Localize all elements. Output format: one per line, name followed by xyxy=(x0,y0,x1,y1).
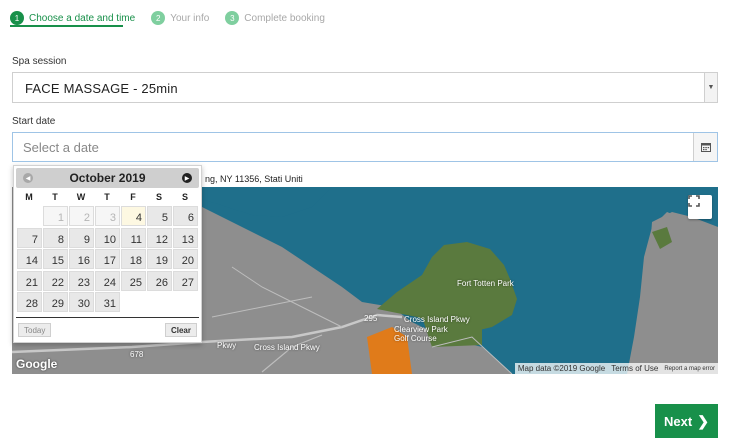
calendar-day[interactable]: 10 xyxy=(95,227,120,248)
calendar-day: 1 xyxy=(43,206,68,226)
calendar-day[interactable]: 28 xyxy=(17,292,42,312)
calendar-day[interactable]: 20 xyxy=(173,249,198,269)
calendar-day[interactable]: 25 xyxy=(121,270,146,291)
calendar-day[interactable]: 27 xyxy=(173,270,198,291)
fullscreen-button[interactable] xyxy=(688,195,712,219)
calendar-day[interactable]: 4 xyxy=(121,206,146,226)
step-number: 3 xyxy=(225,11,240,25)
calendar-day[interactable]: 24 xyxy=(95,270,120,291)
route-label: 295 xyxy=(364,314,378,323)
today-button[interactable]: Today xyxy=(18,323,52,337)
road-label: Cross Island Pkwy xyxy=(254,343,320,352)
step-number: 2 xyxy=(151,11,166,25)
step-label: Your info xyxy=(170,12,210,24)
start-date-input[interactable]: Select a date xyxy=(12,132,718,162)
spa-session-select[interactable]: FACE MASSAGE - 25min ▼ xyxy=(12,72,718,103)
weekday-label: W xyxy=(76,192,86,202)
weekday-label: T xyxy=(52,192,58,202)
map-attribution: Map data ©2019 Google Terms of Use Repor… xyxy=(514,363,718,374)
calendar-day[interactable]: 21 xyxy=(17,270,42,291)
calendar-day[interactable]: 5 xyxy=(147,206,172,226)
spa-session-label: Spa session xyxy=(12,56,67,67)
calendar-day[interactable]: 12 xyxy=(147,227,172,248)
calendar-day[interactable]: 13 xyxy=(173,227,198,248)
map-address: ng, NY 11356, Stati Uniti xyxy=(205,174,303,184)
road-label: Cross Island Pkwy xyxy=(404,315,470,324)
weekday-label: S xyxy=(181,192,188,202)
park-label: Clearview Park xyxy=(394,325,448,334)
calendar-day[interactable]: 29 xyxy=(43,292,68,312)
fullscreen-icon xyxy=(688,195,700,207)
step-choose-date[interactable]: 1 Choose a date and time xyxy=(10,11,135,25)
route-label: 678 xyxy=(130,350,144,359)
datepicker-divider xyxy=(16,317,199,318)
step-your-info[interactable]: 2 Your info xyxy=(151,11,209,25)
calendar-day[interactable]: 7 xyxy=(17,227,42,248)
google-logo: Google xyxy=(16,357,58,371)
park-label: Golf Course xyxy=(394,334,437,343)
calendar-day[interactable]: 15 xyxy=(43,249,68,269)
datepicker-month-title: October 2019 xyxy=(69,171,146,185)
calendar-day[interactable]: 8 xyxy=(43,227,68,248)
calendar-day[interactable]: 19 xyxy=(147,249,172,269)
next-month-icon[interactable]: ▶ xyxy=(182,173,192,183)
park-label: Fort Totten Park xyxy=(457,279,514,288)
start-date-placeholder: Select a date xyxy=(23,140,99,155)
calendar-day[interactable]: 23 xyxy=(69,270,94,291)
calendar-day[interactable]: 31 xyxy=(95,292,120,312)
chevron-down-icon[interactable]: ▼ xyxy=(704,73,717,102)
calendar-icon[interactable] xyxy=(693,133,717,161)
calendar-day[interactable]: 22 xyxy=(43,270,68,291)
datepicker-popup: ◀ October 2019 ▶ MTWTFSS 1 2 3 4 5 6 7 8 9 10 11 12… xyxy=(13,165,202,343)
calendar-day[interactable]: 16 xyxy=(69,249,94,269)
spa-session-value: FACE MASSAGE - 25min xyxy=(25,81,178,96)
step-complete-booking[interactable]: 3 Complete booking xyxy=(225,11,325,25)
road-label: Pkwy xyxy=(217,341,237,350)
calendar-day: 2 xyxy=(69,206,94,226)
calendar-day[interactable]: 11 xyxy=(121,227,146,248)
step-label: Choose a date and time xyxy=(29,12,136,24)
calendar-day[interactable]: 14 xyxy=(17,249,42,269)
chevron-right-icon: ❯ xyxy=(697,412,709,429)
next-button[interactable]: Next ❯ xyxy=(655,404,718,438)
map-data-text: Map data ©2019 Google xyxy=(517,364,606,373)
next-button-label: Next xyxy=(664,413,693,429)
report-map-error-link[interactable]: Report a map error xyxy=(664,366,715,372)
weekday-label: F xyxy=(130,192,136,202)
datepicker-header: ◀ October 2019 ▶ xyxy=(16,168,199,188)
start-date-label: Start date xyxy=(12,116,56,127)
calendar-day[interactable]: 6 xyxy=(173,206,198,226)
clear-button[interactable]: Clear xyxy=(164,323,197,337)
terms-of-use-link[interactable]: Terms of Use xyxy=(611,364,658,373)
calendar-day[interactable]: 30 xyxy=(69,292,94,312)
calendar-day[interactable]: 17 xyxy=(95,249,120,269)
weekday-label: S xyxy=(155,192,162,202)
step-number: 1 xyxy=(10,11,24,25)
weekday-label: T xyxy=(104,192,110,202)
calendar-day[interactable]: 26 xyxy=(147,270,172,291)
calendar-day: 3 xyxy=(95,206,120,226)
calendar-day[interactable]: 9 xyxy=(69,227,94,248)
weekday-label: M xyxy=(25,192,33,202)
calendar-day[interactable]: 18 xyxy=(121,249,146,269)
step-label: Complete booking xyxy=(244,12,325,24)
active-step-underline xyxy=(10,25,123,27)
